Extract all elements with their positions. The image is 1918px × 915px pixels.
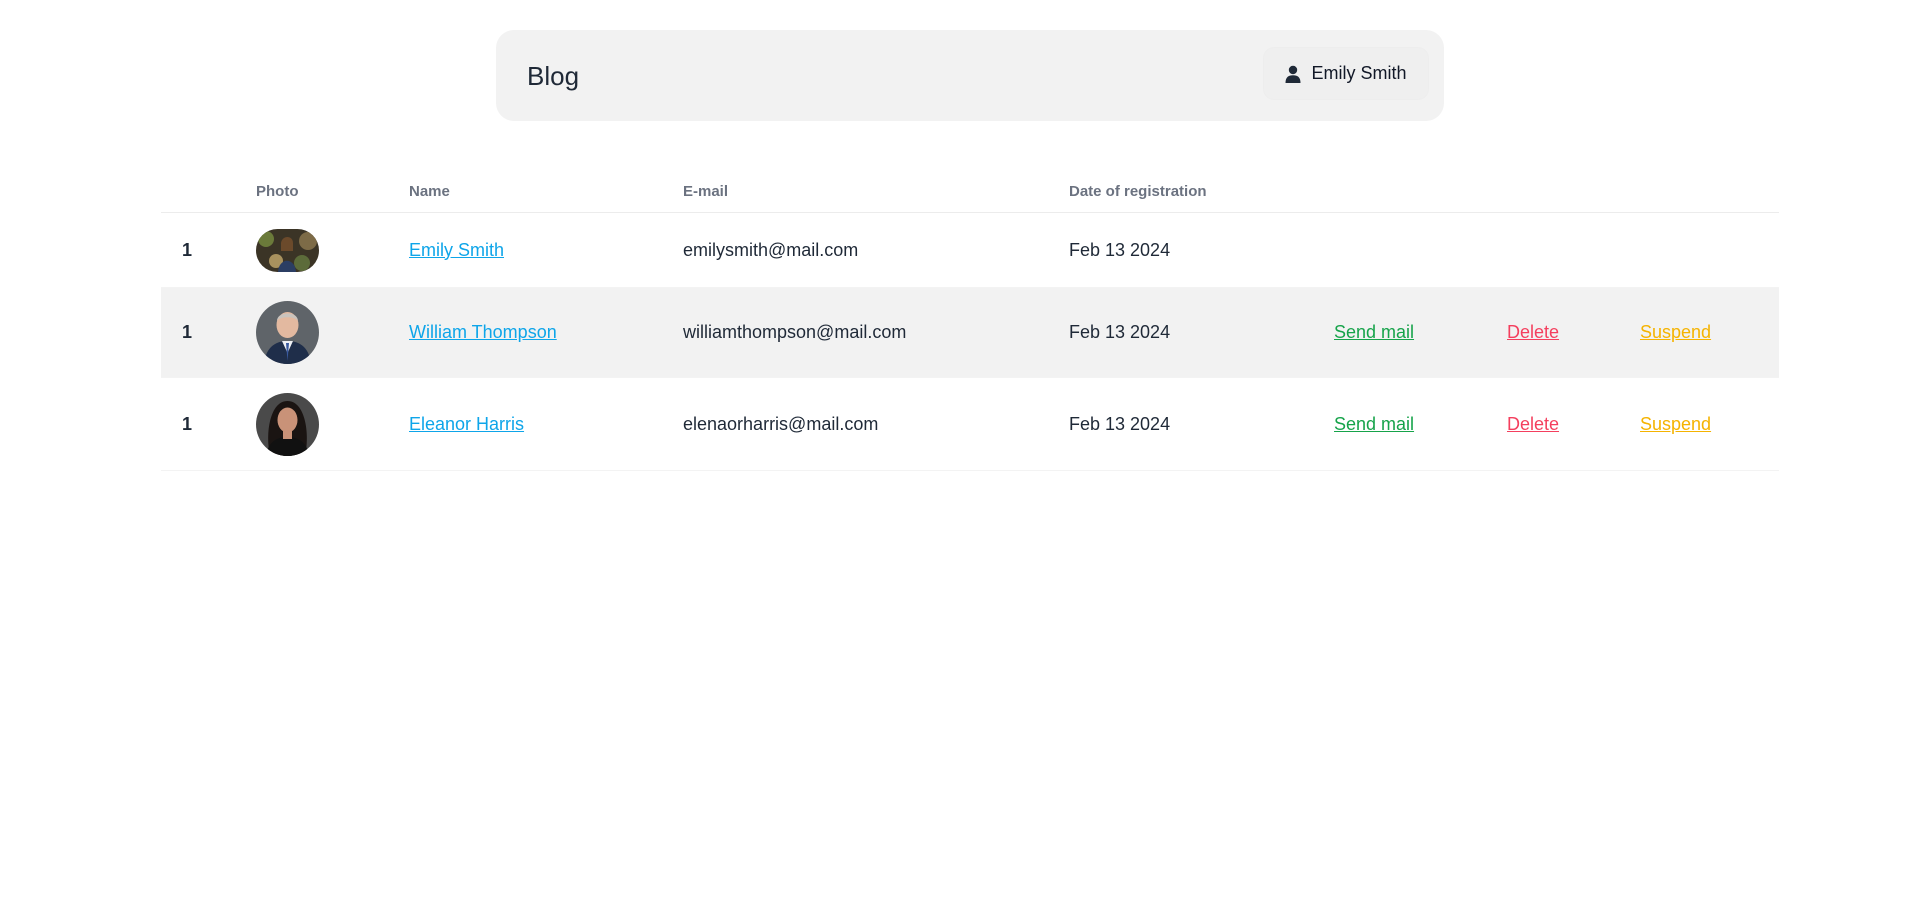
header-number [161, 170, 256, 213]
date-cell: Feb 13 2024 [1069, 287, 1334, 378]
date-cell: Feb 13 2024 [1069, 212, 1334, 288]
row-number: 1 [161, 287, 256, 378]
send-mail-link[interactable]: Send mail [1334, 414, 1414, 434]
name-cell: Emily Smith [409, 212, 683, 288]
user-name-link[interactable]: Emily Smith [409, 240, 504, 260]
email-cell: elenaorharris@mail.com [683, 377, 1069, 471]
header-name: Name [409, 170, 683, 213]
brand-title[interactable]: Blog [527, 61, 579, 92]
table-row: 1 William Thompson williamthompson@mail.… [161, 287, 1779, 378]
delete-cell [1507, 212, 1640, 288]
name-cell: Eleanor Harris [409, 377, 683, 471]
table-row: 1 Emily Smith emilysmith@mail.com Feb 13… [161, 212, 1779, 288]
suspend-link[interactable]: Suspend [1640, 414, 1711, 434]
send-mail-cell [1334, 212, 1507, 288]
user-name: Emily Smith [1311, 63, 1407, 83]
send-mail-link[interactable]: Send mail [1334, 322, 1414, 342]
send-mail-cell: Send mail [1334, 287, 1507, 378]
row-number: 1 [161, 377, 256, 471]
photo-cell [256, 377, 409, 471]
table-header-row: Photo Name E-mail Date of registration [161, 170, 1779, 213]
delete-link[interactable]: Delete [1507, 322, 1559, 342]
delete-cell: Delete [1507, 377, 1640, 471]
email-cell: emilysmith@mail.com [683, 212, 1069, 288]
date-cell: Feb 13 2024 [1069, 377, 1334, 471]
send-mail-cell: Send mail [1334, 377, 1507, 471]
suspend-cell [1640, 212, 1779, 288]
row-number: 1 [161, 212, 256, 288]
user-name-link[interactable]: William Thompson [409, 322, 557, 342]
photo-cell [256, 212, 409, 288]
header-suspend [1640, 170, 1779, 213]
table-row: 1 Eleanor Harris elenaorharris@mail.com … [161, 377, 1779, 471]
avatar [256, 392, 319, 456]
header-date: Date of registration [1069, 170, 1334, 213]
avatar [256, 301, 319, 364]
user-icon [1285, 65, 1301, 83]
delete-cell: Delete [1507, 287, 1640, 378]
header-send [1334, 170, 1507, 213]
name-cell: William Thompson [409, 287, 683, 378]
suspend-cell: Suspend [1640, 287, 1779, 378]
photo-cell [256, 287, 409, 378]
user-menu-button[interactable]: Emily Smith [1264, 48, 1428, 99]
header-photo: Photo [256, 170, 409, 213]
delete-link[interactable]: Delete [1507, 414, 1559, 434]
suspend-link[interactable]: Suspend [1640, 322, 1711, 342]
avatar [256, 228, 319, 272]
header-email: E-mail [683, 170, 1069, 213]
users-table: Photo Name E-mail Date of registration 1 [161, 170, 1779, 471]
header-delete [1507, 170, 1640, 213]
top-navbar: Blog Emily Smith [496, 30, 1444, 121]
suspend-cell: Suspend [1640, 377, 1779, 471]
email-cell: williamthompson@mail.com [683, 287, 1069, 378]
user-name-link[interactable]: Eleanor Harris [409, 414, 524, 434]
